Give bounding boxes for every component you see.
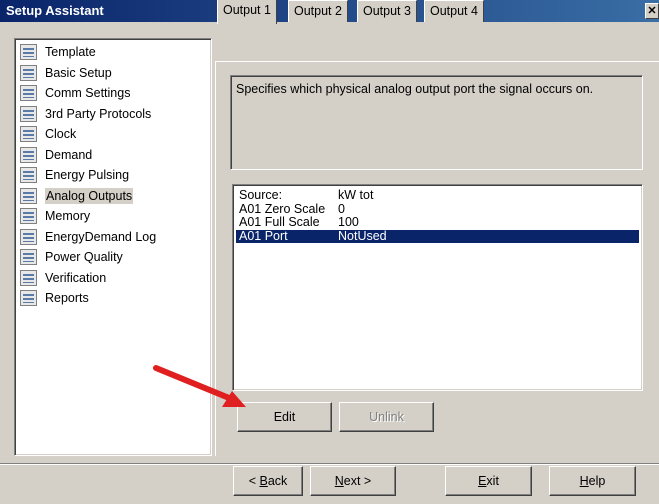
tree-item-analog-outputs[interactable]: Analog Outputs xyxy=(17,186,209,207)
parameter-name: A01 Zero Scale xyxy=(239,201,326,216)
tree-item-label: Basic Setup xyxy=(45,65,112,80)
parameter-value: kW tot xyxy=(338,188,374,202)
tree-item-basic-setup[interactable]: Basic Setup xyxy=(17,63,209,84)
page-list-icon xyxy=(20,44,37,60)
page-list-icon xyxy=(20,126,37,142)
tree-item-clock[interactable]: Clock xyxy=(17,124,209,145)
tree-item-label: Reports xyxy=(45,291,89,305)
annotation-arrow-icon xyxy=(153,365,246,407)
tree-item-label: Demand xyxy=(45,147,93,162)
parameter-row[interactable]: A01 Zero Scale 0 xyxy=(236,201,639,217)
tree-item-comm-settings[interactable]: Comm Settings xyxy=(17,83,209,104)
parameter-row[interactable]: A01 Full Scale 100 xyxy=(236,216,639,230)
tree-item-label: Verification xyxy=(45,270,107,285)
description-text: Specifies which physical analog output p… xyxy=(236,82,594,96)
page-list-icon xyxy=(20,249,37,265)
tree-item-label: 3rd Party Protocols xyxy=(45,106,152,121)
page-list-icon xyxy=(20,187,37,204)
page-list-icon xyxy=(20,167,37,183)
next-button-label: ext > xyxy=(343,474,372,488)
help-button-label: elp xyxy=(588,474,606,488)
tree-item-power-quality[interactable]: Power Quality xyxy=(17,247,209,268)
tab-output-3[interactable]: Output 3 xyxy=(357,0,417,22)
page-list-icon xyxy=(20,228,37,245)
tab-output-2[interactable]: Output 2 xyxy=(288,0,348,22)
back-button-label: ack xyxy=(267,474,288,488)
tree-item-energy-pulsing[interactable]: Energy Pulsing xyxy=(17,165,209,186)
page-list-icon xyxy=(20,85,37,101)
close-icon: ✕ xyxy=(647,5,657,17)
tree-item-label: Analog Outputs xyxy=(45,187,134,204)
tree-item-label: Power Quality xyxy=(45,250,123,264)
parameter-row[interactable]: Source: kW tot xyxy=(236,189,639,203)
page-list-icon xyxy=(20,105,37,122)
parameter-value: NotUsed xyxy=(338,228,387,243)
tree-item-label: Energy Pulsing xyxy=(45,168,130,182)
tree-item-energydemand-log[interactable]: EnergyDemand Log xyxy=(17,227,209,248)
back-button[interactable]: < Back xyxy=(233,466,303,496)
tree-item-template[interactable]: Template xyxy=(17,42,209,63)
parameter-name: A01 Port xyxy=(239,228,288,243)
tree-item-demand[interactable]: Demand xyxy=(17,145,209,166)
window-title: Setup Assistant xyxy=(6,3,104,18)
help-button-mnemonic: H xyxy=(579,474,589,488)
tree-item-verification[interactable]: Verification xyxy=(17,268,209,289)
page-list-icon xyxy=(20,64,37,81)
parameter-name: A01 Full Scale xyxy=(239,215,320,229)
back-button-prefix: < xyxy=(248,474,260,488)
next-button-mnemonic: N xyxy=(334,474,344,488)
tree-item-memory[interactable]: Memory xyxy=(17,206,209,227)
tree-item-label: EnergyDemand Log xyxy=(45,229,157,244)
page-list-icon xyxy=(20,208,37,224)
parameter-list[interactable]: Source: kW tot A01 Zero Scale 0 A01 Full… xyxy=(232,184,643,391)
exit-button-label: xit xyxy=(486,474,499,488)
exit-button[interactable]: Exit xyxy=(445,466,532,496)
next-button[interactable]: Next > xyxy=(310,466,396,496)
page-list-icon xyxy=(20,290,37,306)
unlink-button[interactable]: Unlink xyxy=(339,402,434,432)
tree-item-3rd-party-protocols[interactable]: 3rd Party Protocols xyxy=(17,104,209,125)
tree-item-reports[interactable]: Reports xyxy=(17,288,209,309)
page-list-icon xyxy=(20,146,37,163)
parameter-value: 100 xyxy=(338,215,359,229)
parameter-row-selected[interactable]: A01 Port NotUsed xyxy=(236,228,639,243)
close-button[interactable]: ✕ xyxy=(645,3,659,19)
tree-item-label: Clock xyxy=(45,127,77,141)
tree-item-label: Memory xyxy=(45,209,91,223)
field-description: Specifies which physical analog output p… xyxy=(230,75,643,170)
parameter-name: Source: xyxy=(239,188,283,202)
tab-output-4[interactable]: Output 4 xyxy=(424,0,484,22)
help-button[interactable]: Help xyxy=(549,466,636,496)
back-button-mnemonic: B xyxy=(259,474,268,488)
tab-output-1[interactable]: Output 1 xyxy=(217,0,277,24)
tree-item-label: Comm Settings xyxy=(45,86,131,100)
footer-divider xyxy=(0,463,659,465)
parameter-value: 0 xyxy=(338,201,345,216)
tree-item-label: Template xyxy=(45,45,96,59)
page-list-icon xyxy=(20,269,37,286)
